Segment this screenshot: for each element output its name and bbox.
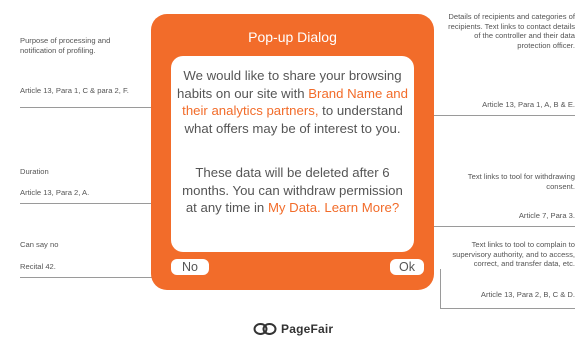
learn-more-link[interactable]: Learn More? (324, 200, 399, 215)
annotation-purpose: Purpose of processing and notification o… (20, 36, 111, 55)
annotation-duration: Duration (20, 167, 49, 176)
connector-line (440, 269, 441, 308)
pagefair-logo: PageFair (253, 321, 333, 337)
no-button[interactable]: No (171, 259, 209, 275)
connector-line (440, 308, 575, 309)
annotation-article-7-para-3: Article 7, Para 3. (518, 211, 575, 220)
connector-line (20, 203, 170, 204)
dialog-title: Pop-up Dialog (248, 29, 337, 45)
connector-line (433, 226, 575, 227)
pagefair-logo-text: PageFair (281, 322, 334, 336)
consent-message: We would like to share your browsing hab… (177, 67, 408, 137)
popup-dialog: Pop-up Dialog We would like to share you… (151, 14, 434, 290)
annotation-article-13-para-2-a: Article 13, Para 2, A. (20, 188, 90, 197)
annotation-complain-access: Text links to tool to complain to superv… (452, 240, 575, 269)
annotation-article-13-para-1-a: Article 13, Para 1, A, B & E. (482, 100, 575, 109)
connector-line (20, 277, 158, 278)
annotation-article-13-para-1-c: Article 13, Para 1, C & para 2, F. (20, 86, 129, 95)
ok-button[interactable]: Ok (390, 259, 424, 275)
annotation-recipients: Details of recipients and categories of … (448, 12, 575, 50)
annotation-article-13-para-2-b: Article 13, Para 2, B, C & D. (480, 290, 575, 299)
annotation-recital-42: Recital 42. (20, 262, 56, 271)
my-data-link[interactable]: My Data. (268, 200, 321, 215)
connector-line (20, 107, 170, 108)
dialog-message-card: We would like to share your browsing hab… (171, 56, 414, 252)
annotation-withdraw-consent: Text links to tool for withdrawing conse… (467, 172, 575, 191)
annotation-can-say-no: Can say no (20, 240, 59, 249)
retention-message: These data will be deleted after 6 month… (177, 164, 408, 217)
pagefair-logo-icon (253, 323, 277, 335)
